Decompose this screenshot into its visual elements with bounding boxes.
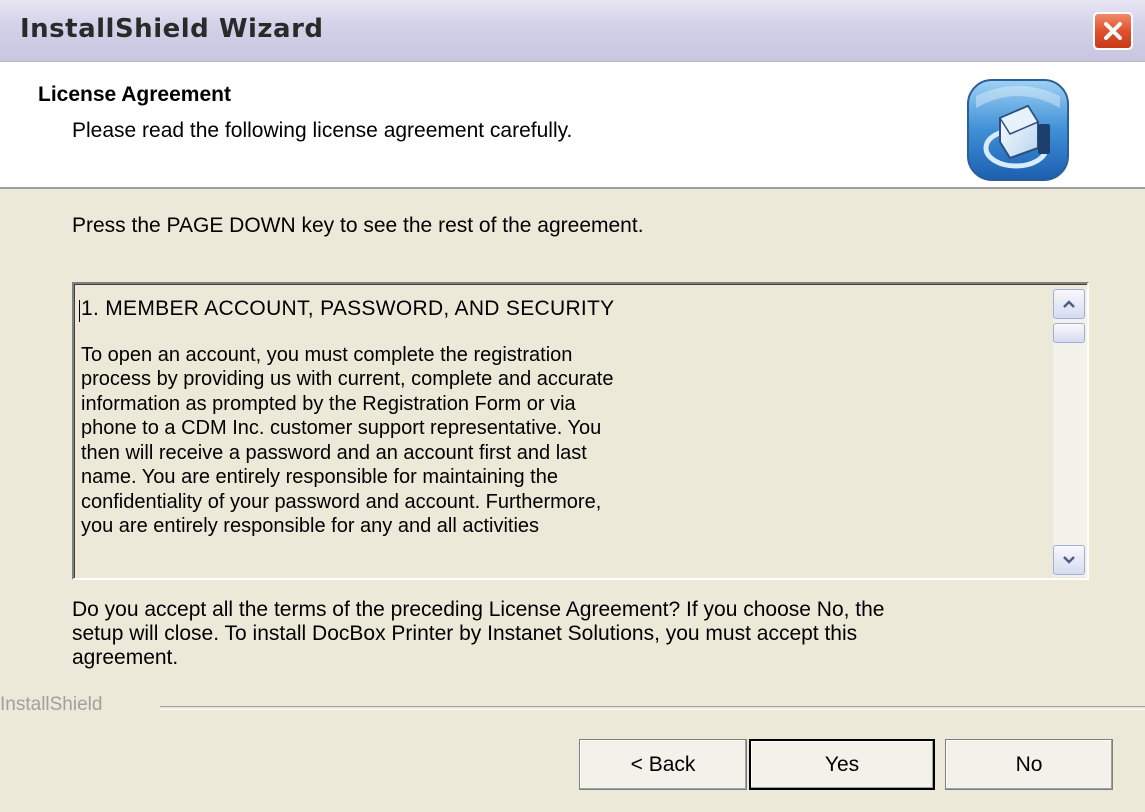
license-text-frame: 1. MEMBER ACCOUNT, PASSWORD, AND SECURIT… [74,284,1087,578]
close-icon [1104,22,1122,40]
accept-question: Do you accept all the terms of the prece… [72,598,885,669]
chevron-down-icon [1063,556,1075,564]
close-button[interactable] [1093,12,1133,50]
installshield-brand-label: InstallShield [0,694,103,715]
installshield-wizard-window: InstallShield Wizard License Agreement P… [0,0,1145,812]
page-title: License Agreement [38,83,231,106]
page-subtitle: Please read the following license agreem… [72,119,573,142]
yes-button[interactable]: Yes [749,739,935,790]
title-bar[interactable]: InstallShield Wizard [0,0,1145,62]
scroll-thumb[interactable] [1053,323,1085,343]
license-paragraph: To open an account, you must complete th… [81,343,614,538]
vertical-scrollbar[interactable] [1053,289,1087,577]
scroll-up-button[interactable] [1053,289,1085,319]
scroll-down-button[interactable] [1053,545,1085,575]
text-caret [79,300,80,322]
pagedown-instruction: Press the PAGE DOWN key to see the rest … [72,214,644,237]
license-content: 1. MEMBER ACCOUNT, PASSWORD, AND SECURIT… [81,297,1041,539]
back-button[interactable]: < Back [579,739,747,790]
computer-setup-icon [967,79,1069,181]
footer-divider [160,706,1145,710]
window-title: InstallShield Wizard [20,14,324,44]
license-text-area[interactable]: 1. MEMBER ACCOUNT, PASSWORD, AND SECURIT… [72,282,1089,580]
no-button[interactable]: No [945,739,1113,790]
chevron-up-icon [1063,300,1075,308]
license-heading: 1. MEMBER ACCOUNT, PASSWORD, AND SECURIT… [81,297,615,320]
wizard-header: License Agreement Please read the follow… [0,62,1145,189]
